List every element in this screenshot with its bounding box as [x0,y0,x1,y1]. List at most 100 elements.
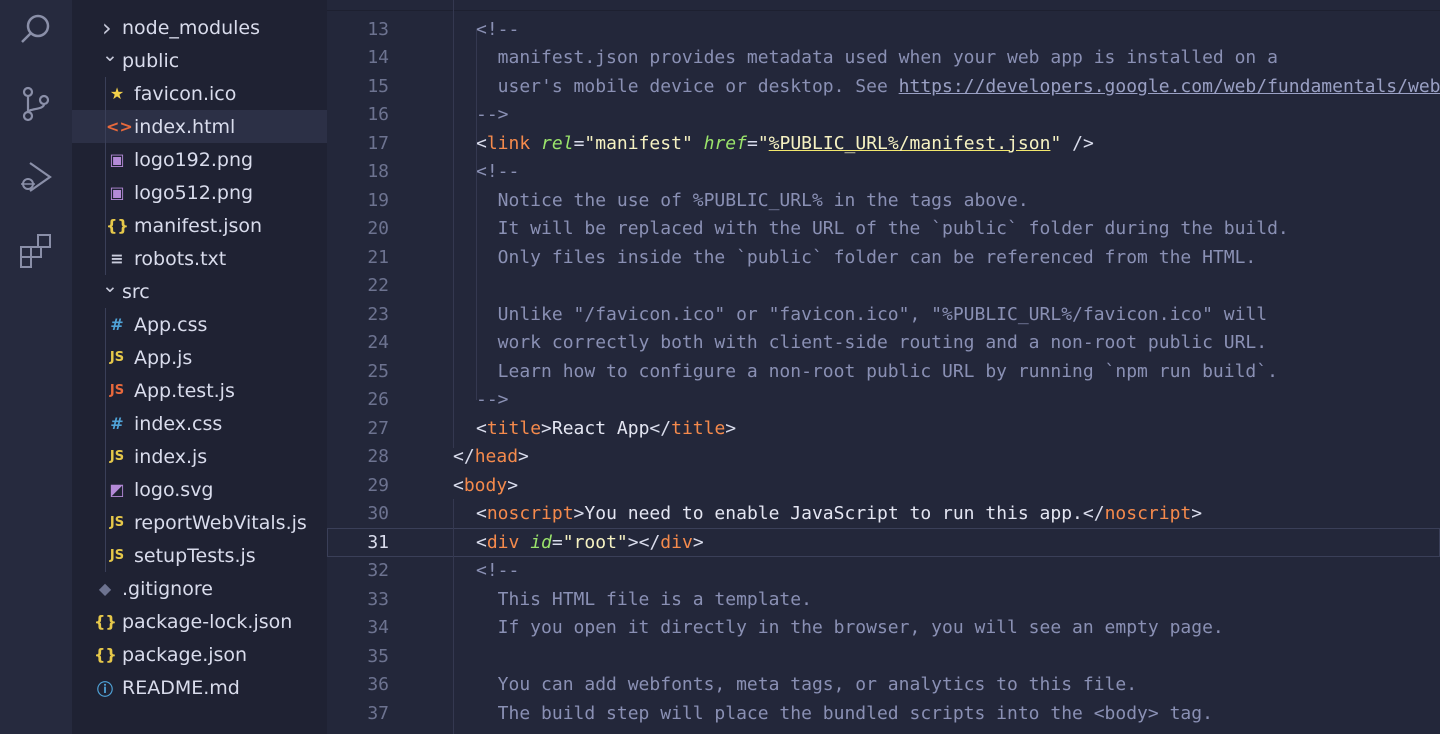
tree-item-label: index.css [134,412,223,435]
code-line[interactable]: 35 [327,642,1440,671]
file-item[interactable]: ⓘ README.md [72,671,327,704]
activity-bar [0,0,72,734]
code-line[interactable]: 16 --> [327,101,1440,130]
code-line[interactable]: 23 Unlike "/favicon.ico" or "favicon.ico… [327,300,1440,329]
line-code: <!-- [476,161,520,183]
code-line[interactable]: 14 manifest.json provides metadata used … [327,44,1440,73]
line-number: 24 [367,332,389,354]
line-code: manifest.json provides metadata used whe… [476,47,1278,69]
line-number: 14 [367,47,389,69]
css-icon: # [110,414,124,433]
code-line[interactable]: 32 <!-- [327,557,1440,586]
run-debug-icon[interactable] [14,155,58,199]
code-line[interactable]: 17 <link rel="manifest" href="%PUBLIC_URL… [327,129,1440,158]
line-code: Notice the use of %PUBLIC_URL% in the ta… [476,189,1029,211]
tree-item-label: src [122,280,150,303]
code-line[interactable]: 18 <!-- [327,158,1440,187]
file-item[interactable]: JS App.test.js [72,374,327,407]
line-code: <!-- [476,560,520,582]
file-item[interactable]: <> index.html [72,110,327,143]
code-line[interactable]: 25 Learn how to configure a non-root pub… [327,357,1440,386]
code-line[interactable]: 36 You can add webfonts, meta tags, or a… [327,671,1440,700]
tree-item-label: manifest.json [134,214,263,237]
image-icon: ▣ [109,150,125,169]
code-line[interactable]: 29 <body> [327,471,1440,500]
extensions-icon[interactable] [14,228,58,272]
line-code: </head> [453,446,529,468]
file-item[interactable]: # App.css [72,308,327,341]
line-number: 32 [367,560,389,582]
explorer-sidebar: › node_modules ⌄ public ★ favicon.ico <> index.… [72,0,327,734]
file-item[interactable]: # index.css [72,407,327,440]
indent-guide [453,0,454,448]
file-item[interactable]: {} package-lock.json [72,605,327,638]
code-line[interactable]: 19 Notice the use of %PUBLIC_URL% in the… [327,186,1440,215]
breadcrumb [327,0,1440,11]
indent-guide [105,308,106,572]
text-file-icon: ≡ [110,249,124,268]
code-line[interactable]: 22 [327,272,1440,301]
line-code: Only files inside the `public` folder ca… [476,246,1257,268]
file-item[interactable]: JS reportWebVitals.js [72,506,327,539]
tree-item-label: public [122,49,180,72]
code-line[interactable]: 15 user's mobile device or desktop. See … [327,72,1440,101]
indent-guide [476,30,477,400]
line-number: 18 [367,161,389,183]
search-icon[interactable] [14,8,58,52]
file-item[interactable]: ≡ robots.txt [72,242,327,275]
tree-item-label: package-lock.json [122,610,293,633]
code-line[interactable]: 27 <title>React App</title> [327,414,1440,443]
code-line[interactable]: 21 Only files inside the `public` folder… [327,243,1440,272]
line-number: 28 [367,446,389,468]
code-line[interactable]: 37 The build step will place the bundled… [327,699,1440,728]
code-line[interactable]: 28 </head> [327,443,1440,472]
line-number: 36 [367,674,389,696]
chevron-down-icon: ⌄ [102,43,118,66]
code-line[interactable]: 30 <noscript>You need to enable JavaScrip… [327,500,1440,529]
folder-item[interactable]: › node_modules [72,11,327,44]
code-line[interactable]: 33 This HTML file is a template. [327,585,1440,614]
source-control-icon[interactable] [14,82,58,126]
line-number: 34 [367,617,389,639]
file-item[interactable]: ★ favicon.ico [72,77,327,110]
file-item[interactable]: ▣ logo512.png [72,176,327,209]
file-item[interactable]: {} manifest.json [72,209,327,242]
line-number: 21 [367,246,389,268]
file-item[interactable]: ▣ logo192.png [72,143,327,176]
file-item[interactable]: {} package.json [72,638,327,671]
file-item[interactable]: JS index.js [72,440,327,473]
code-line[interactable]: 24 work correctly both with client-side … [327,329,1440,358]
tree-item-label: setupTests.js [134,544,256,567]
folder-item[interactable]: ⌄ src [72,275,327,308]
line-code: Unlike "/favicon.ico" or "favicon.ico", … [476,303,1268,325]
code-line[interactable]: 20 It will be replaced with the URL of t… [327,215,1440,244]
file-item[interactable]: ◩ logo.svg [72,473,327,506]
star-icon: ★ [109,84,125,103]
tree-item-label: robots.txt [134,247,227,270]
line-number: 13 [367,18,389,40]
indent-guide [453,499,454,734]
tree-item-label: README.md [122,676,240,699]
file-item[interactable]: ◆ .gitignore [72,572,327,605]
code-line[interactable]: 26 --> [327,386,1440,415]
info-icon: ⓘ [96,679,113,699]
line-number: 17 [367,132,389,154]
code-line[interactable]: 31 <div id="root"></div> [327,528,1440,557]
line-number: 16 [367,104,389,126]
line-number: 37 [367,702,389,724]
chevron-down-icon: ⌄ [102,274,118,297]
code-line[interactable]: 13 <!-- [327,15,1440,44]
tree-item-label: node_modules [122,16,261,39]
line-code: <link rel="manifest" href="%PUBLIC_URL%/… [476,132,1094,154]
tree-item-label: logo.svg [134,478,214,501]
code-editor[interactable]: 13 <!-- 14 manifest.json provides metadata… [327,0,1440,734]
git-icon: ◆ [98,579,112,598]
file-item[interactable]: JS setupTests.js [72,539,327,572]
chevron-right-icon: › [102,13,112,42]
line-code: <body> [453,474,519,496]
code-line[interactable]: 34 If you open it directly in the browse… [327,614,1440,643]
folder-item[interactable]: ⌄ public [72,44,327,77]
line-number: 27 [367,417,389,439]
js-icon: JS [109,449,125,464]
file-item[interactable]: JS App.js [72,341,327,374]
